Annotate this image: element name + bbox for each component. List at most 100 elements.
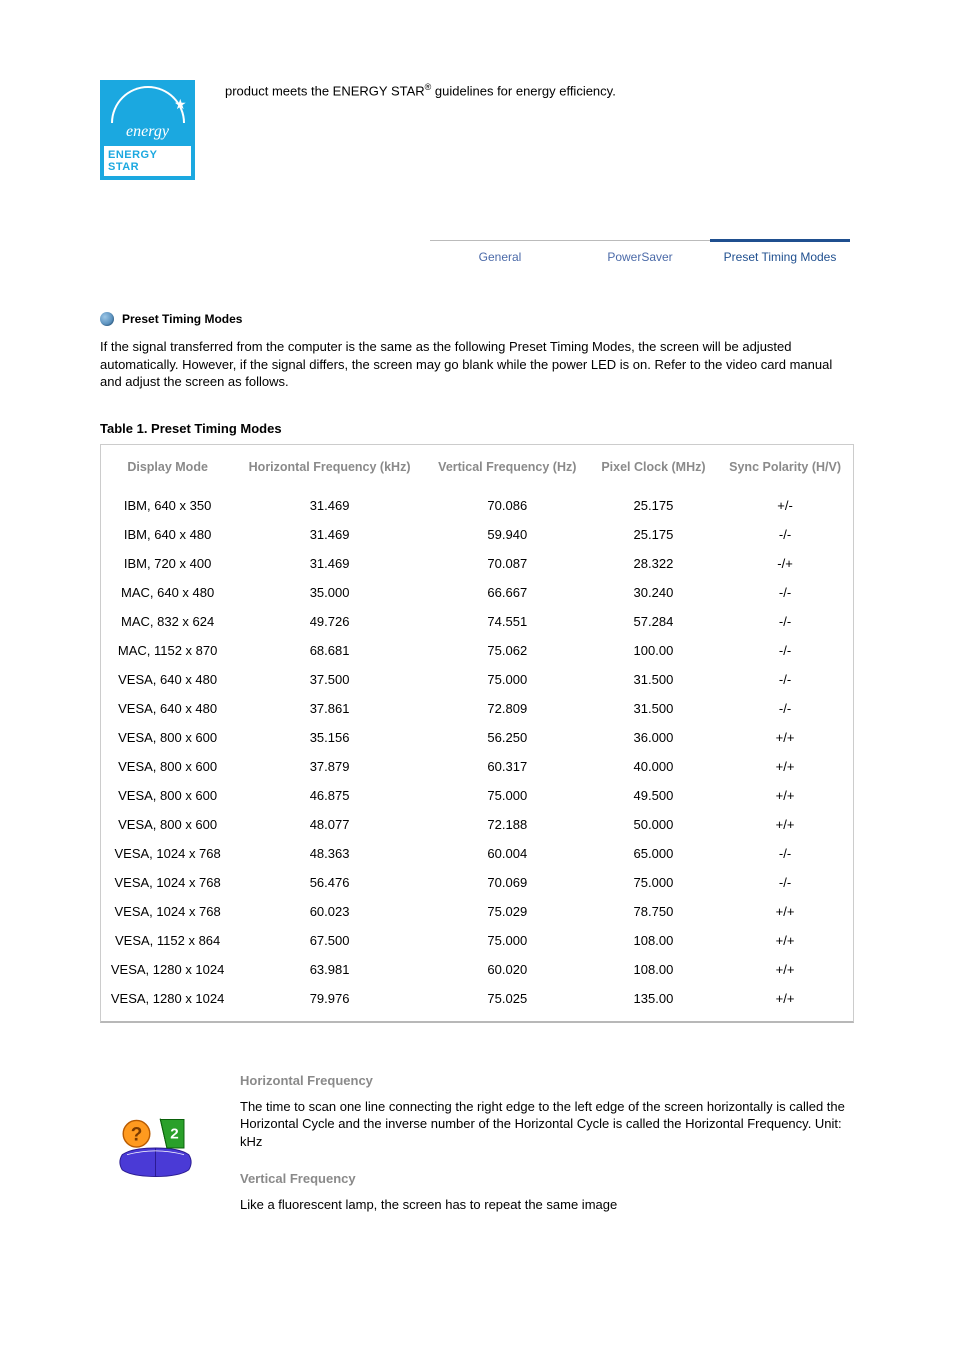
cell-hfreq: 67.500 [234,926,425,955]
cell-pclk: 25.175 [590,520,717,549]
table-row: IBM, 720 x 40031.46970.08728.322-/+ [101,549,853,578]
cell-hfreq: 48.363 [234,839,425,868]
vertical-frequency-paragraph: Like a fluorescent lamp, the screen has … [240,1196,854,1214]
cell-mode: IBM, 720 x 400 [101,549,234,578]
cell-sync: +/+ [717,926,853,955]
cell-hfreq: 37.861 [234,694,425,723]
cell-pclk: 50.000 [590,810,717,839]
definitions-icon: ? 2 [100,1073,210,1193]
svg-text:?: ? [130,1124,142,1145]
cell-sync: -/- [717,578,853,607]
cell-vfreq: 74.551 [425,607,590,636]
tab-preset-timing-modes[interactable]: Preset Timing Modes [710,239,850,272]
cell-hfreq: 79.976 [234,984,425,1013]
cell-pclk: 31.500 [590,665,717,694]
cell-hfreq: 68.681 [234,636,425,665]
top-text-before: product meets the ENERGY STAR [225,83,425,98]
cell-mode: VESA, 800 x 600 [101,781,234,810]
cell-mode: MAC, 640 x 480 [101,578,234,607]
cell-hfreq: 31.469 [234,491,425,520]
cell-hfreq: 56.476 [234,868,425,897]
cell-pclk: 108.00 [590,926,717,955]
table-row: VESA, 800 x 60046.87575.00049.500+/+ [101,781,853,810]
tab-powersaver[interactable]: PowerSaver [570,239,710,272]
cell-sync: +/+ [717,723,853,752]
energy-star-logo: ★ energy ENERGY STAR [100,80,195,180]
cell-mode: VESA, 1024 x 768 [101,897,234,926]
table-row: VESA, 800 x 60048.07772.18850.000+/+ [101,810,853,839]
cell-sync: -/- [717,636,853,665]
cell-pclk: 57.284 [590,607,717,636]
cell-vfreq: 59.940 [425,520,590,549]
cell-sync: -/- [717,839,853,868]
table-row: VESA, 1280 x 102479.97675.025135.00+/+ [101,984,853,1013]
cell-pclk: 40.000 [590,752,717,781]
cell-sync: -/- [717,665,853,694]
cell-mode: VESA, 800 x 600 [101,810,234,839]
cell-mode: MAC, 832 x 624 [101,607,234,636]
table-row: VESA, 640 x 48037.86172.80931.500-/- [101,694,853,723]
table-row: VESA, 640 x 48037.50075.00031.500-/- [101,665,853,694]
cell-sync: +/- [717,491,853,520]
cell-mode: VESA, 1280 x 1024 [101,955,234,984]
cell-vfreq: 75.000 [425,926,590,955]
cell-sync: -/+ [717,549,853,578]
col-vertical-frequency: Vertical Frequency (Hz) [425,445,590,491]
table-row: VESA, 1024 x 76860.02375.02978.750+/+ [101,897,853,926]
cell-mode: VESA, 1024 x 768 [101,839,234,868]
cell-mode: VESA, 1280 x 1024 [101,984,234,1013]
cell-hfreq: 31.469 [234,549,425,578]
cell-hfreq: 49.726 [234,607,425,636]
cell-pclk: 135.00 [590,984,717,1013]
cell-pclk: 28.322 [590,549,717,578]
cell-vfreq: 70.087 [425,549,590,578]
cell-hfreq: 35.000 [234,578,425,607]
table-row: VESA, 800 x 60035.15656.25036.000+/+ [101,723,853,752]
cell-vfreq: 60.317 [425,752,590,781]
table-row: MAC, 640 x 48035.00066.66730.240-/- [101,578,853,607]
cell-hfreq: 35.156 [234,723,425,752]
cell-sync: -/- [717,520,853,549]
cell-mode: VESA, 640 x 480 [101,665,234,694]
cell-pclk: 31.500 [590,694,717,723]
cell-vfreq: 75.000 [425,781,590,810]
cell-vfreq: 72.188 [425,810,590,839]
cell-vfreq: 70.069 [425,868,590,897]
cell-sync: +/+ [717,752,853,781]
col-horizontal-frequency: Horizontal Frequency (kHz) [234,445,425,491]
top-text-after: guidelines for energy efficiency. [431,83,616,98]
cell-pclk: 49.500 [590,781,717,810]
cell-mode: MAC, 1152 x 870 [101,636,234,665]
horizontal-frequency-paragraph: The time to scan one line connecting the… [240,1098,854,1151]
cell-sync: -/- [717,868,853,897]
horizontal-frequency-heading: Horizontal Frequency [240,1073,854,1088]
cell-hfreq: 46.875 [234,781,425,810]
table-row: MAC, 1152 x 87068.68175.062100.00-/- [101,636,853,665]
cell-pclk: 108.00 [590,955,717,984]
cell-pclk: 78.750 [590,897,717,926]
cell-hfreq: 37.879 [234,752,425,781]
section-title: Preset Timing Modes [122,312,242,326]
col-display-mode: Display Mode [101,445,234,491]
table-row: IBM, 640 x 35031.46970.08625.175+/- [101,491,853,520]
cell-sync: +/+ [717,781,853,810]
cell-vfreq: 66.667 [425,578,590,607]
intro-paragraph: If the signal transferred from the compu… [100,338,854,391]
cell-vfreq: 72.809 [425,694,590,723]
table-row: VESA, 1152 x 86467.50075.000108.00+/+ [101,926,853,955]
cell-sync: -/- [717,694,853,723]
logo-script: energy [126,124,169,140]
table-row: VESA, 800 x 60037.87960.31740.000+/+ [101,752,853,781]
cell-pclk: 75.000 [590,868,717,897]
cell-sync: +/+ [717,984,853,1013]
table-caption: Table 1. Preset Timing Modes [100,421,854,436]
table-row: IBM, 640 x 48031.46959.94025.175-/- [101,520,853,549]
cell-sync: +/+ [717,897,853,926]
cell-mode: VESA, 1024 x 768 [101,868,234,897]
cell-sync: +/+ [717,810,853,839]
cell-mode: IBM, 640 x 350 [101,491,234,520]
cell-hfreq: 63.981 [234,955,425,984]
cell-pclk: 36.000 [590,723,717,752]
tab-general[interactable]: General [430,239,570,272]
cell-sync: +/+ [717,955,853,984]
